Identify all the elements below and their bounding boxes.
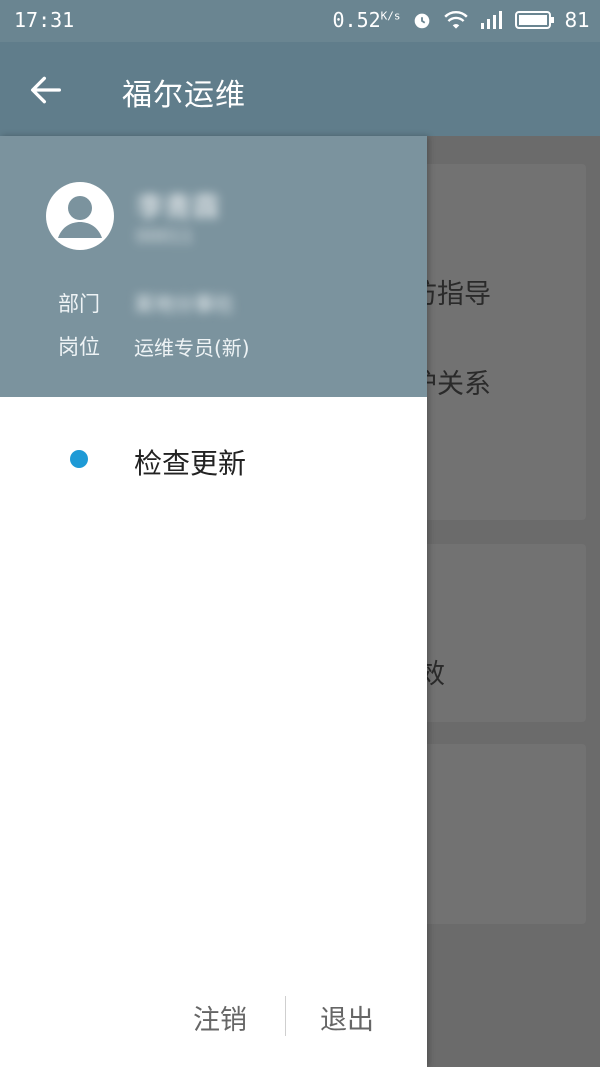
signal-icon: [480, 11, 502, 29]
wifi-icon: [443, 11, 468, 29]
department-value: 某地分事社: [134, 292, 234, 316]
network-speed-unit: K/s: [380, 9, 401, 23]
background-card: [420, 164, 586, 520]
navigation-drawer: 李青霖 00011 部门 某地分事社 岗位 运维专员(新) 检查更新 注销 退出: [0, 136, 427, 1067]
app-bar: 福尔运维: [0, 42, 600, 136]
avatar: [46, 182, 114, 250]
status-time: 17:31: [14, 8, 75, 32]
back-arrow-icon[interactable]: [26, 70, 66, 110]
exit-button[interactable]: 退出: [320, 998, 374, 1037]
drawer-header: 李青霖 00011 部门 某地分事社 岗位 运维专员(新): [0, 136, 427, 397]
menu-item-check-update[interactable]: 检查更新: [0, 418, 427, 498]
drawer-footer: 注销 退出: [0, 992, 427, 1042]
battery-icon: [514, 11, 554, 29]
battery-level: 81: [564, 8, 590, 32]
network-speed-value: 0.52: [332, 8, 381, 32]
user-id: 00011: [136, 226, 194, 247]
user-avatar-icon: [58, 196, 102, 238]
department-label: 部门: [58, 292, 100, 316]
status-bar: 17:31 0.52K/s 81: [0, 0, 600, 42]
background-card: [420, 744, 586, 924]
logout-button[interactable]: 注销: [193, 998, 247, 1037]
position-value: 运维专员(新): [134, 336, 250, 360]
status-icons: 0.52K/s 81: [333, 8, 591, 32]
user-name: 李青霖: [136, 191, 221, 224]
alarm-icon: [414, 13, 429, 29]
network-speed: 0.52K/s: [333, 8, 401, 32]
page-title: 福尔运维: [122, 78, 246, 113]
background-card: [420, 544, 586, 722]
dot-icon: [70, 450, 88, 468]
footer-divider: [285, 996, 286, 1036]
position-label: 岗位: [58, 335, 100, 359]
menu-item-label: 检查更新: [134, 447, 247, 480]
